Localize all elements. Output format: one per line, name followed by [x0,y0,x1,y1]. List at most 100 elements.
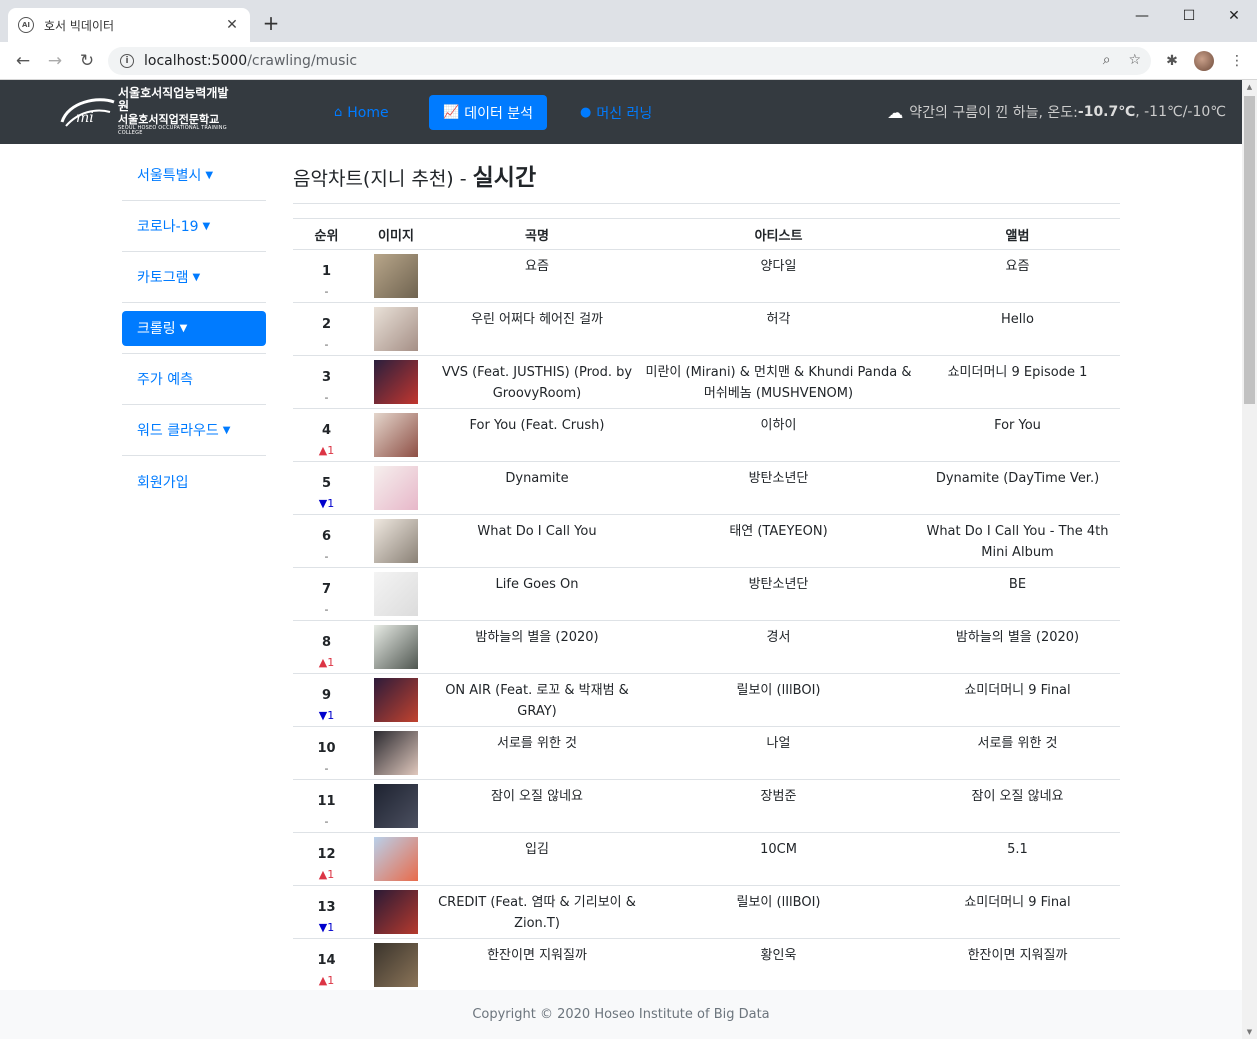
album-cover-image[interactable] [374,307,418,351]
image-cell [360,461,432,515]
back-icon[interactable]: ← [12,50,34,72]
sidebar-item-label: 워드 클라우드 [137,423,219,439]
album-cover-image[interactable] [374,466,418,510]
sidebar-item-label: 크롤링 [137,321,176,337]
album-cell: What Do I Call You - The 4th Mini Album [915,514,1120,568]
browser-tab[interactable]: AI 호서 빅데이터 ✕ [8,8,250,42]
rank-change: ▼1 [318,497,335,510]
album-cover-image[interactable] [374,784,418,828]
sidebar-item-signup[interactable]: 회원가입 [122,456,266,507]
album-cover-image[interactable] [374,572,418,616]
column-header-title: 곡명 [432,218,642,250]
album-cover-image[interactable] [374,625,418,669]
image-cell [360,726,432,780]
site-info-icon[interactable]: i [120,54,134,68]
rank-change: - [324,603,329,616]
rank-cell: 14 ▲1 [293,938,360,992]
nav-data-analysis[interactable]: 📈 데이터 분석 [429,95,548,130]
scroll-up-icon[interactable]: ▲ [1242,80,1257,94]
album-cover-image[interactable] [374,519,418,563]
album-cell: 요즘 [915,249,1120,303]
rank-change: ▲1 [318,974,335,987]
minimize-icon[interactable]: — [1119,4,1165,28]
table-row: 4 ▲1 For You (Feat. Crush) 이하이 For You [293,408,1120,462]
album-cover-image[interactable] [374,943,418,987]
table-row: 9 ▼1 ON AIR (Feat. 로꼬 & 박재범 & GRAY) 릴보이 (lI… [293,673,1120,727]
album-cover-image[interactable] [374,254,418,298]
artist-cell: 태연 (TAEYEON) [642,514,915,568]
site-logo[interactable]: mi 서울호서직업능력개발원 서울호서직업전문학교 SEOUL HOSEO OC… [58,87,238,136]
image-cell [360,514,432,568]
menu-kebab-icon[interactable]: ⋮ [1227,51,1247,71]
image-cell [360,938,432,992]
artist-cell: 방탄소년단 [642,567,915,621]
nav-data-analysis-label: 데이터 분석 [464,105,534,122]
rank-cell: 7- [293,567,360,621]
tab-close-icon[interactable]: ✕ [224,17,240,33]
song-title-cell: For You (Feat. Crush) [432,408,642,462]
bookmark-star-icon[interactable]: ☆ [1128,52,1141,68]
nav-home[interactable]: ⌂ Home [320,95,403,130]
album-cover-image[interactable] [374,360,418,404]
svg-text:mi: mi [76,110,94,126]
weather-info: ☁ 약간의 구름이 낀 하늘, 온도: -10.7℃, -11℃/-10℃ [887,102,1226,122]
artist-cell: 릴보이 (lIlBOI) [642,885,915,939]
site-navbar: mi 서울호서직업능력개발원 서울호서직업전문학교 SEOUL HOSEO OC… [0,80,1242,144]
album-cover-image[interactable] [374,678,418,722]
close-window-icon[interactable]: ✕ [1211,4,1257,28]
rank-cell: 6- [293,514,360,568]
album-cell: 서로를 위한 것 [915,726,1120,780]
maximize-icon[interactable]: ☐ [1166,4,1212,28]
album-cover-image[interactable] [374,413,418,457]
column-header-artist: 아티스트 [642,218,915,250]
album-cover-image[interactable] [374,837,418,881]
song-title-cell: Dynamite [432,461,642,515]
album-cover-image[interactable] [374,731,418,775]
rank-change: - [324,338,329,351]
page-title: 음악차트(지니 추천) - 실시간 [293,158,536,192]
song-title-cell: 밤하늘의 별을 (2020) [432,620,642,674]
page-scrollbar[interactable]: ▲ ▼ [1242,80,1257,1039]
url-input[interactable]: i localhost:5000/crawling/music ⌕ ☆ [108,47,1151,75]
song-title-cell: 서로를 위한 것 [432,726,642,780]
song-title-cell: VVS (Feat. JUSTHIS) (Prod. by GroovyRoom… [432,355,642,409]
nav-machine-learning[interactable]: ● 머신 러닝 [566,95,666,130]
rank-cell: 11 - [293,779,360,833]
forward-icon[interactable]: → [44,50,66,72]
table-row: 13 ▼1 CREDIT (Feat. 염따 & 기리보이 & Zion.T) 릴보이… [293,885,1120,939]
song-title-cell: What Do I Call You [432,514,642,568]
sidebar-item-label: 회원가입 [137,474,189,491]
scroll-down-icon[interactable]: ▼ [1242,1025,1257,1039]
table-row: 8 ▲1 밤하늘의 별을 (2020) 경서 밤하늘의 별을 (2020) [293,620,1120,674]
image-cell [360,832,432,886]
rank-number: 4 [321,423,332,438]
reload-icon[interactable]: ↻ [76,50,98,72]
rank-cell: 4 ▲1 [293,408,360,462]
sidebar: 서울특별시 ▼ 코로나-19 ▼ 카토그램 ▼ 크롤링 ▼ 주가 예측 워드 클라우드 ▼… [122,150,266,507]
table-header-row: 순위 이미지 곡명 아티스트 앨범 [293,218,1120,250]
tab-title: 호서 빅데이터 [44,18,115,33]
sidebar-item-covid19[interactable]: 코로나-19 ▼ [122,201,266,252]
logo-line3: SEOUL HOSEO OCCUPATIONAL TRAINING COLLEG… [118,124,227,137]
album-cell: 5.1 [915,832,1120,886]
artist-cell: 10CM [642,832,915,886]
music-chart-table: 순위 이미지 곡명 아티스트 앨범 1- 요즘 양다일 요즘 2- 우린 어쩌다 헤어진 … [293,218,1120,992]
rank-number: 3 [321,370,332,385]
sidebar-item-crawling[interactable]: 크롤링 ▼ [122,310,266,346]
sidebar-item-cartogram[interactable]: 카토그램 ▼ [122,252,266,303]
album-cover-image[interactable] [374,890,418,934]
image-cell [360,355,432,409]
zoom-icon[interactable]: ⌕ [1103,52,1111,68]
page-title-bold: 실시간 [472,165,537,191]
song-title-cell: 입김 [432,832,642,886]
rank-change: - [324,815,329,828]
sidebar-item-seoul[interactable]: 서울특별시 ▼ [122,150,266,201]
rank-change: - [324,391,329,404]
extensions-icon[interactable]: ✱ [1162,51,1182,71]
sidebar-item-stock-prediction[interactable]: 주가 예측 [122,354,266,405]
profile-avatar[interactable] [1194,51,1214,71]
nav-machine-learning-label: 머신 러닝 [596,105,653,122]
sidebar-item-word-cloud[interactable]: 워드 클라우드 ▼ [122,405,266,456]
scrollbar-thumb[interactable] [1244,96,1255,404]
new-tab-icon[interactable]: + [260,12,282,34]
